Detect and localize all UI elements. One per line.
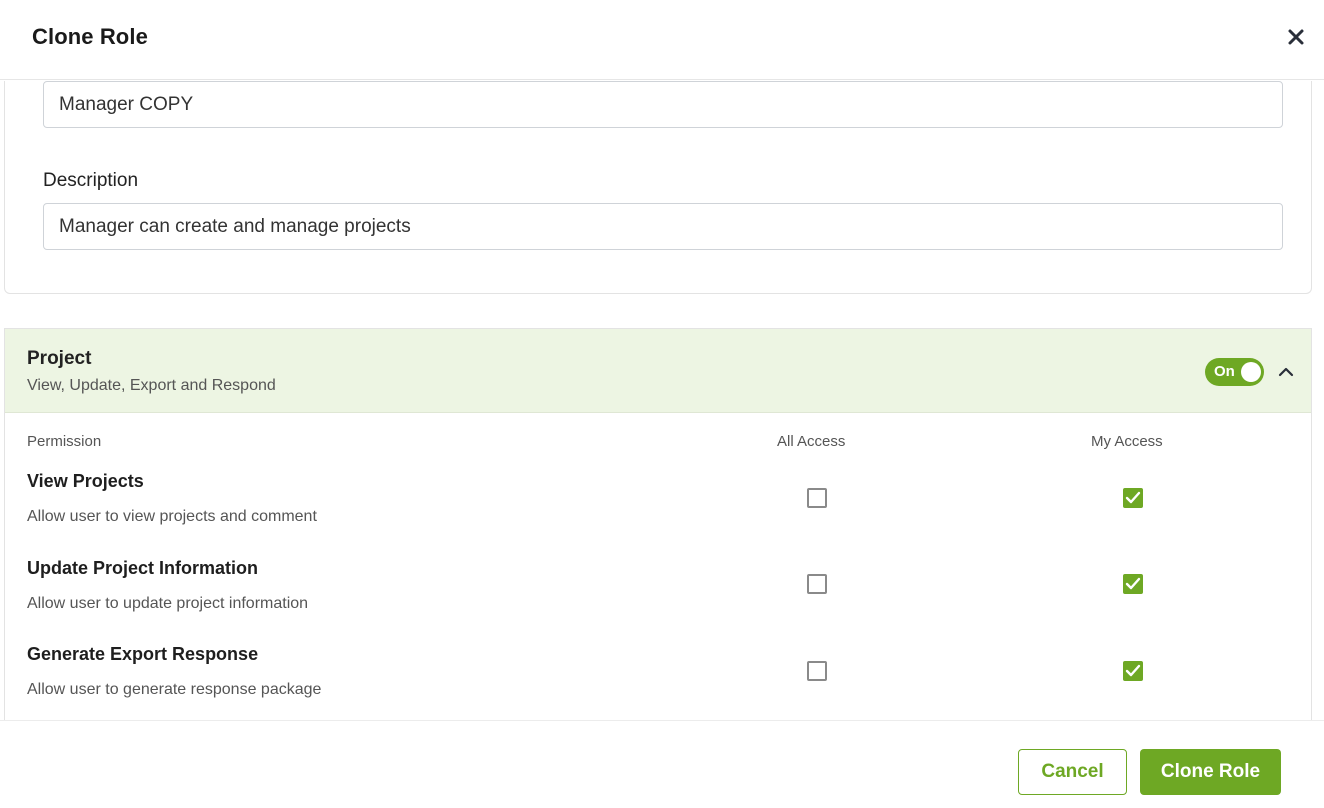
permission-description: Allow user to generate response package [27, 681, 322, 698]
permission-row-update-project-information: Update Project Information Allow user to… [5, 558, 1311, 644]
cancel-button[interactable]: Cancel [1018, 749, 1127, 795]
permission-description: Allow user to update project information [27, 595, 309, 612]
clone-role-button[interactable]: Clone Role [1140, 749, 1281, 795]
dialog-body[interactable]: Description Project View, Update, Export… [0, 81, 1324, 720]
dialog-header: Clone Role [0, 0, 1324, 80]
description-input[interactable] [43, 203, 1283, 250]
permission-name: View Projects [27, 471, 144, 491]
section-title: Project [27, 348, 92, 369]
dialog-title: Clone Role [32, 24, 148, 49]
column-header-permission: Permission [27, 433, 102, 450]
section-header[interactable]: Project View, Update, Export and Respond… [5, 329, 1311, 413]
checkmark-icon [1125, 491, 1141, 504]
checkmark-icon [1125, 664, 1141, 677]
section-toggle[interactable]: On [1205, 358, 1264, 386]
all-access-checkbox[interactable] [807, 661, 827, 681]
my-access-checkbox[interactable] [1123, 574, 1143, 594]
all-access-checkbox[interactable] [807, 574, 827, 594]
close-icon[interactable] [1283, 24, 1309, 50]
toggle-label: On [1214, 363, 1235, 380]
my-access-checkbox[interactable] [1123, 661, 1143, 681]
permission-name: Generate Export Response [27, 644, 259, 664]
permission-row-generate-export-response: Generate Export Response Allow user to g… [5, 644, 1311, 720]
role-name-input[interactable] [43, 81, 1283, 128]
chevron-up-icon[interactable] [1276, 362, 1296, 382]
role-details-card: Description [4, 81, 1312, 294]
section-subtitle: View, Update, Export and Respond [27, 377, 276, 394]
checkmark-icon [1125, 577, 1141, 590]
column-header-all-access: All Access [777, 433, 846, 450]
all-access-checkbox[interactable] [807, 488, 827, 508]
column-header-my-access: My Access [1091, 433, 1163, 450]
my-access-checkbox[interactable] [1123, 488, 1143, 508]
permission-name: Update Project Information [27, 558, 259, 578]
permission-row-view-projects: View Projects Allow user to view project… [5, 471, 1311, 557]
dialog-footer: Cancel Clone Role [0, 720, 1324, 808]
description-label: Description [43, 170, 139, 191]
project-permission-section: Project View, Update, Export and Respond… [4, 328, 1312, 720]
toggle-knob [1241, 362, 1261, 382]
permission-description: Allow user to view projects and comment [27, 508, 317, 525]
